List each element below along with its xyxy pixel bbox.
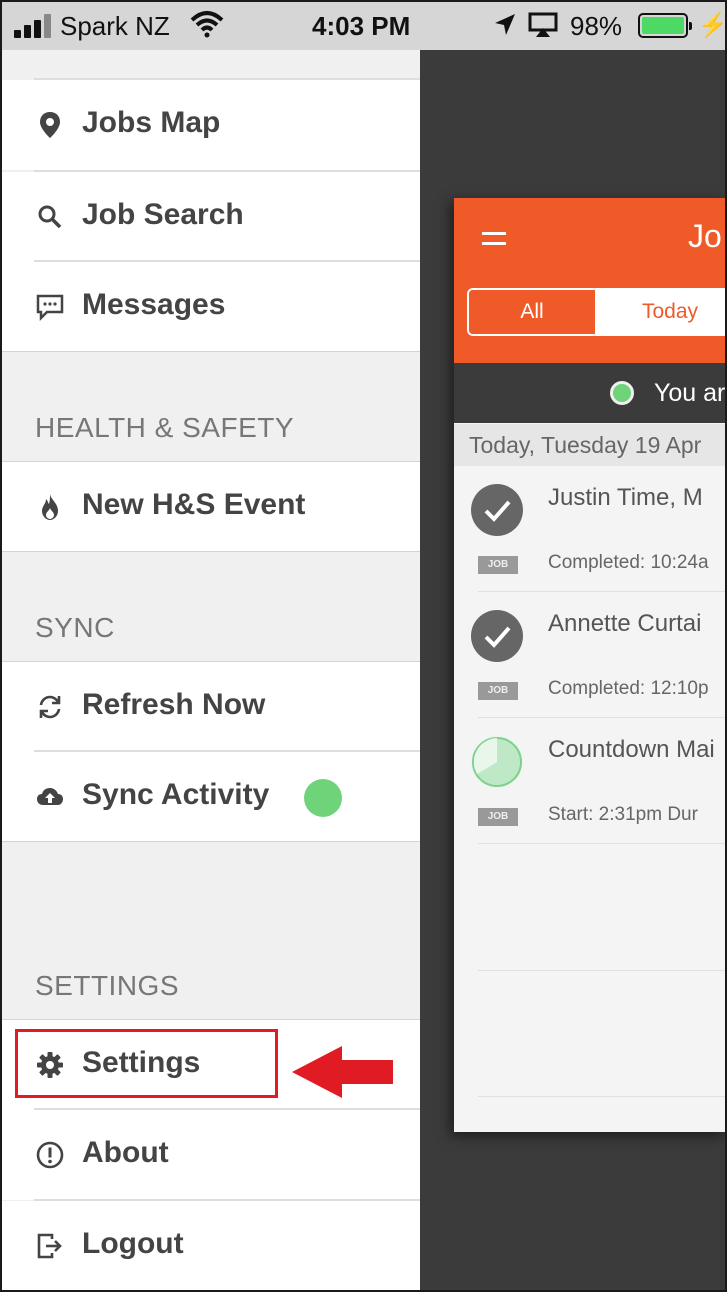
job-badge: JOB [478, 808, 518, 826]
list-item[interactable]: Countdown Mai JOB Start: 2:31pm Dur [454, 718, 727, 844]
section-header-sync: SYNC [35, 612, 115, 643]
sync-status-indicator [304, 779, 342, 817]
logout-icon [37, 1233, 62, 1259]
in-progress-pie-icon [471, 736, 523, 788]
battery-icon [638, 13, 692, 38]
menu-item-messages[interactable]: Messages [0, 262, 420, 352]
menu-item-jobs-map[interactable]: Jobs Map [0, 80, 420, 170]
app-preview-panel[interactable]: Jo All Today You ar Today, Tuesday 19 Ap… [454, 198, 727, 1132]
menu-item-label: Logout [82, 1227, 184, 1260]
wifi-icon [190, 11, 224, 38]
section-line [0, 841, 420, 842]
menu-item-label: Sync Activity [82, 778, 270, 811]
tab-today[interactable]: Today [595, 290, 727, 334]
divider [478, 1096, 727, 1097]
menu-item-label: About [82, 1136, 169, 1169]
app-title: Jo [688, 218, 722, 254]
job-name: Justin Time, M [548, 484, 703, 511]
online-status-text: You ar [654, 379, 726, 407]
menu-item-sync-activity[interactable]: Sync Activity [0, 752, 420, 841]
signal-icon [14, 14, 54, 38]
battery-percent: 98% [570, 11, 623, 41]
menu-item-refresh-now[interactable]: Refresh Now [0, 662, 420, 752]
completed-check-icon [471, 610, 523, 662]
red-arrow-icon [292, 1046, 393, 1098]
menu-item-job-search[interactable]: Job Search [0, 172, 420, 262]
menu-item-logout[interactable]: Logout [0, 1201, 420, 1291]
menu-item-label: Refresh Now [82, 688, 266, 721]
section-header-settings: SETTINGS [35, 970, 180, 1001]
refresh-icon [39, 695, 61, 719]
section-header-health-safety: HEALTH & SAFETY [35, 412, 295, 443]
status-bar: Spark NZ 4:03 PM 98% ⚡ [0, 0, 727, 50]
menu-item-label: New H&S Event [82, 488, 306, 521]
search-icon [38, 205, 62, 229]
online-dot [610, 381, 634, 405]
menu-item-label: Jobs Map [82, 106, 221, 139]
section-line [0, 351, 420, 352]
filter-segmented-control: All Today [467, 288, 727, 336]
list-item[interactable]: Justin Time, M JOB Completed: 10:24a [454, 466, 727, 592]
job-name: Annette Curtai [548, 610, 702, 637]
map-pin-icon [40, 112, 60, 138]
settings-highlight-box [15, 1029, 278, 1098]
divider [478, 970, 727, 971]
job-badge: JOB [478, 556, 518, 574]
menu-item-label: Job Search [82, 198, 244, 231]
hamburger-menu-icon[interactable] [482, 232, 506, 248]
job-badge: JOB [478, 682, 518, 700]
menu-item-label: Messages [82, 288, 226, 321]
info-exclamation-icon [36, 1141, 64, 1169]
app-header: Jo All Today [454, 198, 727, 363]
cloud-upload-icon [37, 788, 63, 805]
completed-check-icon [471, 484, 523, 536]
side-drawer: Jobs Map Job Search Messages HEALTH & SA… [0, 50, 420, 1292]
job-name: Countdown Mai [548, 736, 715, 763]
flame-icon [42, 494, 58, 520]
menu-item-new-hs-event[interactable]: New H&S Event [0, 462, 420, 552]
airplay-icon [528, 12, 558, 37]
job-status: Start: 2:31pm Dur [548, 804, 698, 825]
carrier-label: Spark NZ [60, 11, 170, 41]
menu-item-about[interactable]: About [0, 1110, 420, 1200]
job-status: Completed: 10:24a [548, 552, 709, 573]
job-status: Completed: 12:10p [548, 678, 709, 699]
online-status-bar: You ar [454, 363, 727, 423]
section-line [0, 551, 420, 552]
clock: 4:03 PM [312, 11, 411, 41]
tab-all[interactable]: All [469, 290, 595, 334]
location-arrow-icon [495, 14, 515, 35]
charging-bolt-icon: ⚡ [698, 12, 727, 39]
divider [478, 843, 727, 844]
date-header: Today, Tuesday 19 Apr [454, 424, 727, 466]
list-item[interactable]: Annette Curtai JOB Completed: 12:10p [454, 592, 727, 718]
message-bubble-icon [36, 294, 64, 321]
